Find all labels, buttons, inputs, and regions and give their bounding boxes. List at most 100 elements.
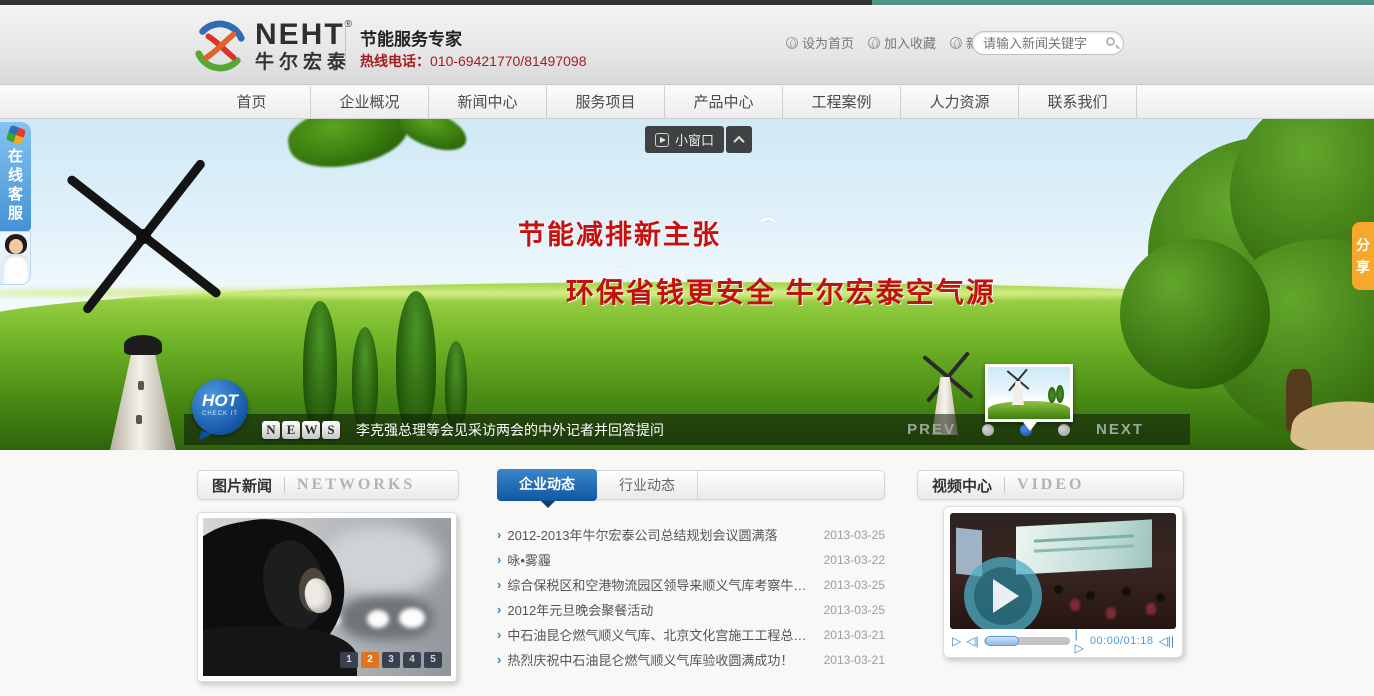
- video-progress-bar[interactable]: [984, 637, 1070, 645]
- news-link[interactable]: 中石油昆仑燃气顺义气库、北京文化宫施工工程总结交流: [507, 625, 807, 644]
- photo-news-card[interactable]: 1 2 3 4 5: [197, 512, 457, 682]
- mini-window-control: 小窗口: [645, 126, 752, 153]
- person-body: [203, 626, 357, 676]
- news-letter: W: [302, 421, 320, 439]
- news-row: › 中石油昆仑燃气顺义气库、北京文化宫施工工程总结交流 2013-03-21: [497, 622, 885, 647]
- audience-seat: [1146, 603, 1156, 615]
- site-logo[interactable]: NEHT® 牛尔宏泰: [193, 19, 352, 73]
- hotline-number: 010-69421770/81497098: [430, 53, 587, 69]
- video-thumbnail[interactable]: [950, 513, 1176, 629]
- search-icon[interactable]: [1106, 37, 1115, 46]
- banner-slogan-line1: 节能减排新主张: [518, 213, 721, 252]
- news-link[interactable]: 热烈庆祝中石油昆仑燃气顺义气库验收圆满成功！: [507, 650, 793, 669]
- share-label: 分享: [1356, 234, 1371, 278]
- page-number-5[interactable]: 5: [424, 652, 442, 668]
- carousel-dot[interactable]: [1058, 424, 1070, 436]
- page-number-3[interactable]: 3: [382, 652, 400, 668]
- news-date: 2013-03-22: [824, 553, 885, 567]
- audience-head: [1122, 587, 1131, 596]
- online-service-top: 在线客服: [0, 122, 31, 231]
- video-title-en: VIDEO: [1017, 476, 1084, 494]
- nav-item-products[interactable]: 产品中心: [665, 86, 783, 119]
- globe-icon: [786, 37, 798, 49]
- news-row: › 2012年元旦晚会聚餐活动 2013-03-25: [497, 597, 885, 622]
- online-service-tab[interactable]: 在线客服: [0, 122, 31, 285]
- video-step-back-icon[interactable]: ◁|: [966, 634, 978, 648]
- windmill-window: [138, 381, 144, 390]
- progress-knob[interactable]: [985, 636, 1019, 646]
- carousel-prev-button[interactable]: PREV: [907, 421, 956, 438]
- news-link[interactable]: 2012年元旦晚会聚餐活动: [507, 600, 653, 619]
- dove: [760, 215, 776, 223]
- mini-window-label: 小窗口: [675, 130, 714, 149]
- carousel-next-button[interactable]: NEXT: [1096, 421, 1144, 438]
- news-date: 2013-03-25: [824, 603, 885, 617]
- header-divider: [345, 23, 346, 71]
- headlight: [399, 608, 425, 628]
- search-input[interactable]: [983, 33, 1099, 53]
- page-number-1[interactable]: 1: [340, 652, 358, 668]
- photo-news-title-cn: 图片新闻: [212, 475, 272, 496]
- news-link[interactable]: 2012-2013年牛尔宏泰公司总结规划会议圆满落: [507, 525, 777, 544]
- headlight: [367, 610, 389, 628]
- nav-item-news[interactable]: 新闻中心: [429, 86, 547, 119]
- foliage-decor: [394, 119, 471, 157]
- audience-seat: [1070, 599, 1080, 611]
- thumbnail-pointer: [1023, 422, 1037, 431]
- video-controls: ▷ ◁| |▷ 00:00/01:18 ◁||: [950, 629, 1176, 653]
- audience-head: [1054, 585, 1063, 594]
- agent-body: [3, 254, 29, 285]
- quick-link-label: 加入收藏: [884, 33, 936, 52]
- nav-item-contact[interactable]: 联系我们: [1019, 86, 1137, 119]
- carousel-dot[interactable]: [982, 424, 994, 436]
- arrow-bullet-icon: ›: [497, 552, 501, 567]
- arrow-bullet-icon: ›: [497, 577, 501, 592]
- site-header: NEHT® 牛尔宏泰 节能服务专家 热线电话：010-69421770/8149…: [0, 5, 1374, 85]
- news-letter: N: [262, 421, 280, 439]
- nav-item-cases[interactable]: 工程案例: [783, 86, 901, 119]
- news-row: › 热烈庆祝中石油昆仑燃气顺义气库验收圆满成功！ 2013-03-21: [497, 647, 885, 672]
- pinwheel-icon: [5, 125, 26, 146]
- page-number-4[interactable]: 4: [403, 652, 421, 668]
- mini-window-button[interactable]: 小窗口: [645, 126, 724, 153]
- share-tab[interactable]: 分享: [1352, 222, 1374, 290]
- chevron-up-icon: [733, 135, 744, 146]
- tab-industry-news[interactable]: 行业动态: [597, 470, 698, 500]
- volume-icon[interactable]: ◁||: [1159, 634, 1174, 648]
- arrow-bullet-icon: ›: [497, 627, 501, 642]
- news-link[interactable]: 综合保税区和空港物流园区领导来顺义气库考察牛尔宏泰: [507, 575, 807, 594]
- photo-news-header: 图片新闻 NETWORKS: [197, 470, 459, 500]
- windmill-cap: [124, 335, 162, 355]
- video-play-icon[interactable]: ▷: [952, 634, 961, 648]
- carousel-thumbnail-preview[interactable]: [985, 364, 1073, 422]
- arrow-bullet-icon: ›: [497, 652, 501, 667]
- hot-badge[interactable]: HOT CHECK IT: [192, 379, 248, 435]
- news-tab-bar: 企业动态 行业动态: [497, 470, 885, 500]
- video-play-button[interactable]: [964, 557, 1042, 629]
- audience-seat: [1106, 607, 1116, 619]
- add-favorite-link[interactable]: 加入收藏: [868, 33, 936, 52]
- nav-item-company[interactable]: 企业概况: [311, 86, 429, 119]
- page-number-2-active[interactable]: 2: [361, 652, 379, 668]
- nav-item-home[interactable]: 首页: [193, 86, 311, 119]
- set-homepage-link[interactable]: 设为首页: [786, 33, 854, 52]
- globe-icon: [868, 37, 880, 49]
- big-tree: [1120, 239, 1270, 389]
- quick-link-label: 设为首页: [802, 33, 854, 52]
- hero-banner: 节能减排新主张 环保省钱更安全 牛尔宏泰空气源 小窗口 N E W S 李克强总…: [0, 119, 1374, 450]
- collapse-button[interactable]: [726, 126, 752, 153]
- nav-item-services[interactable]: 服务项目: [547, 86, 665, 119]
- foliage-decor: [283, 119, 412, 177]
- brand-name-en: NEHT: [255, 18, 345, 51]
- tab-company-news[interactable]: 企业动态: [497, 469, 597, 501]
- arrow-bullet-icon: ›: [497, 602, 501, 617]
- hotline-label: 热线电话：: [360, 53, 430, 69]
- news-letter-blocks: N E W S: [262, 421, 340, 439]
- video-step-forward-icon[interactable]: |▷: [1075, 627, 1085, 655]
- news-link[interactable]: 咏•雾霾: [507, 550, 551, 569]
- nav-item-hr[interactable]: 人力资源: [901, 86, 1019, 119]
- agent-face: [9, 239, 23, 254]
- ticker-headline-link[interactable]: 李克强总理等会见采访两会的中外记者并回答提问: [356, 420, 664, 440]
- news-date: 2013-03-21: [824, 653, 885, 667]
- photo-news-title-en: NETWORKS: [297, 476, 415, 494]
